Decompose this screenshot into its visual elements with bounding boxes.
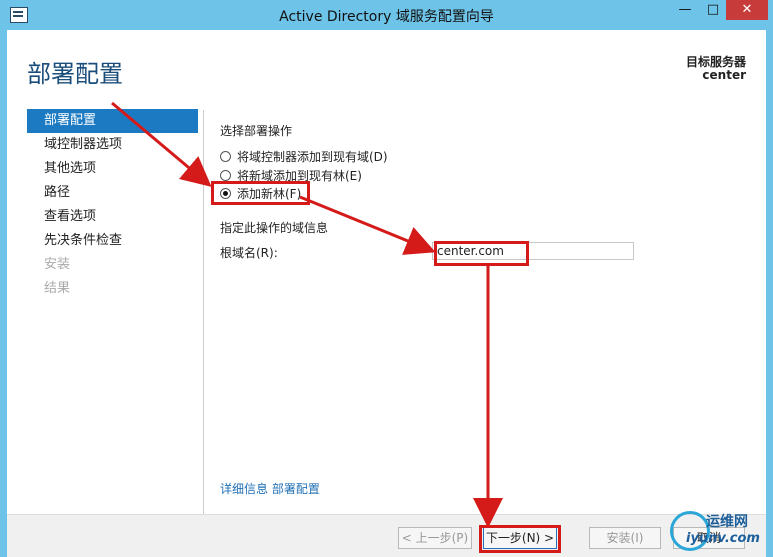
watermark-subtext: iyunv.com <box>686 531 760 546</box>
annotation-arrow-1 <box>111 101 212 187</box>
annotation-arrows <box>111 101 503 528</box>
watermark-logo: 运维网 iyunv.com <box>668 509 768 551</box>
annotation-arrow-2 <box>299 195 436 255</box>
watermark-text: 运维网 <box>706 514 748 530</box>
